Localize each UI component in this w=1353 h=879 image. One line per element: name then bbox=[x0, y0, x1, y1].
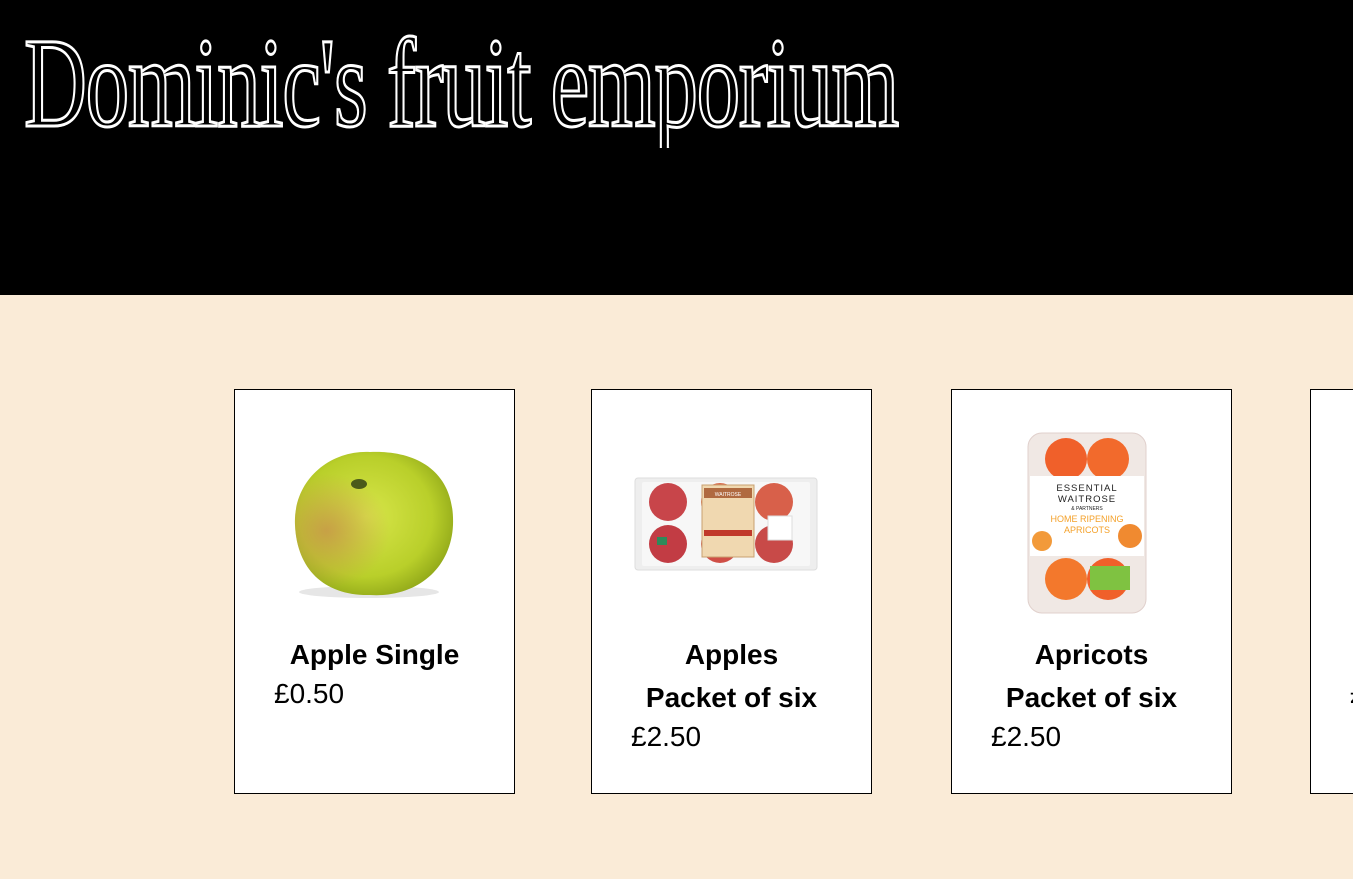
product-card[interactable]: WAITROSE Apples Packet of six £2.50 bbox=[591, 389, 872, 794]
site-title: Dominic's fruit emporium bbox=[24, 16, 898, 148]
product-card[interactable]: ESSENTIAL WAITROSE & PARTNERS HOME RIPEN… bbox=[951, 389, 1232, 794]
green-apple-image bbox=[294, 451, 454, 598]
apples-pack-image: WAITROSE bbox=[634, 477, 818, 571]
product-grid: Apple Single £0.50 WAITROSE Apples Packe… bbox=[0, 295, 1353, 879]
pack-label-line: ESSENTIAL bbox=[1056, 483, 1117, 494]
product-card[interactable]: Apple Single £0.50 bbox=[234, 389, 515, 794]
product-name: Apricots Packet of six bbox=[1005, 639, 1178, 713]
product-price: £2.50 bbox=[991, 721, 1062, 752]
pack-label-line: & PARTNERS bbox=[1071, 506, 1103, 512]
site-logo[interactable]: Dominic's fruit emporium bbox=[24, 16, 904, 148]
pack-label-line: WAITROSE bbox=[1058, 494, 1116, 505]
product-price: £0.50 bbox=[274, 678, 345, 709]
pack-label-line: APRICOTS bbox=[1064, 525, 1110, 535]
product-name: Apples Packet of six bbox=[645, 639, 818, 713]
product-name: Apple Single bbox=[289, 639, 460, 670]
product-price: £2.50 bbox=[631, 721, 702, 752]
pack-label-line: HOME RIPENING bbox=[1050, 514, 1123, 524]
apricots-pack-image: ESSENTIAL WAITROSE & PARTNERS HOME RIPEN… bbox=[1027, 432, 1147, 614]
product-card[interactable]: £ bbox=[1310, 389, 1353, 794]
pack-brand: WAITROSE bbox=[715, 492, 742, 498]
site-header: Dominic's fruit emporium bbox=[0, 0, 1353, 295]
